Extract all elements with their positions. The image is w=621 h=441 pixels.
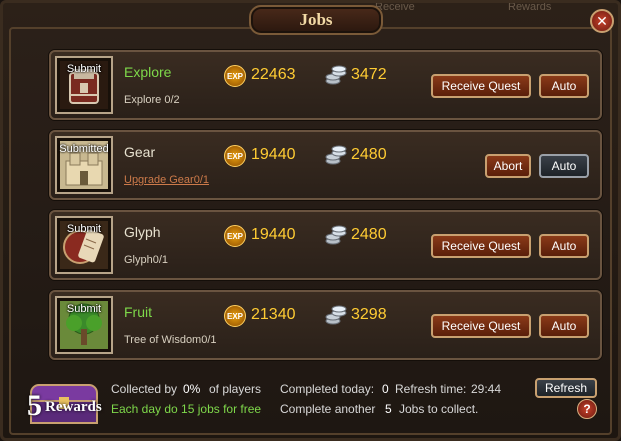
rewards-count: 5 (27, 389, 42, 422)
refresh-prefix: Refresh time: (395, 382, 467, 396)
job-row-gear: Submitted Gear Upgrade Gear0/1 EXP 19440… (49, 130, 602, 200)
job-row-fruit: Submit Fruit Tree of Wisdom0/1 EXP 21340… (49, 290, 602, 360)
silver-reward: 3472 (351, 66, 387, 83)
silver-coins-icon (325, 225, 347, 245)
job-progress: Tree of Wisdom0/1 (124, 334, 217, 346)
another-prefix: Complete another (280, 402, 376, 416)
upgrade-gear-link[interactable]: Upgrade Gear0/1 (124, 174, 209, 186)
job-progress: Glyph0/1 (124, 254, 169, 266)
receive-quest-button[interactable]: Receive Quest (431, 314, 531, 338)
job-name: Explore (124, 64, 172, 80)
close-button[interactable]: ✕ (590, 9, 614, 33)
auto-button[interactable]: Auto (539, 234, 589, 258)
status-tag: Submit (66, 63, 102, 75)
window-title: Jobs (299, 10, 333, 29)
daily-note: Each day do 15 jobs for free (111, 402, 262, 416)
exp-reward: 19440 (251, 146, 296, 163)
title-plate: Jobs (249, 5, 383, 35)
status-tag: Submitted (59, 143, 109, 155)
exp-reward: 21340 (251, 306, 296, 323)
completed-prefix: Completed today: (280, 382, 375, 396)
close-icon: ✕ (596, 13, 608, 29)
refresh-button[interactable]: Refresh (535, 378, 597, 398)
job-icon-frame[interactable]: Submitted (55, 136, 113, 194)
collected-prefix: Collected by (111, 382, 178, 396)
exp-reward: 19440 (251, 226, 296, 243)
silver-reward: 2480 (351, 226, 387, 243)
completed-count: 0 (382, 382, 389, 396)
silver-coins-icon (325, 145, 347, 165)
job-icon-frame[interactable]: Submit (55, 56, 113, 114)
job-progress: Explore 0/2 (124, 94, 180, 106)
job-row-glyph: Submit Glyph Glyph0/1 EXP 19440 2480 Rec… (49, 210, 602, 280)
job-name: Glyph (124, 224, 161, 240)
receive-quest-button[interactable]: Receive Quest (431, 74, 531, 98)
exp-icon: EXP (224, 225, 246, 247)
status-tag: Submit (66, 303, 102, 315)
exp-icon: EXP (224, 65, 246, 87)
job-icon-frame[interactable]: Submit (55, 296, 113, 354)
silver-coins-icon (325, 65, 347, 85)
exp-icon: EXP (224, 145, 246, 167)
help-icon[interactable]: ? (577, 399, 597, 419)
silver-reward: 2480 (351, 146, 387, 163)
auto-button[interactable]: Auto (539, 314, 589, 338)
another-count: 5 (385, 402, 392, 416)
abort-button[interactable]: Abort (485, 154, 531, 178)
status-tag: Submit (66, 223, 102, 235)
another-suffix: Jobs to collect. (399, 402, 479, 416)
silver-coins-icon (325, 305, 347, 325)
job-row-explore: Submit Explore Explore 0/2 EXP 22463 347… (49, 50, 602, 120)
background-text: Rewards (508, 1, 552, 13)
job-name: Fruit (124, 304, 152, 320)
collected-percent: 0% (183, 382, 201, 396)
auto-button[interactable]: Auto (539, 74, 589, 98)
jobs-window: Receive Rewards Jobs ✕ Submit Explore Ex… (0, 0, 621, 441)
collected-suffix: of players (209, 382, 262, 396)
rewards-chest[interactable]: 5 Rewards (17, 367, 111, 438)
rewards-label: Rewards (45, 399, 102, 415)
job-name: Gear (124, 144, 156, 160)
exp-reward: 22463 (251, 66, 296, 83)
job-icon-frame[interactable]: Submit (55, 216, 113, 274)
receive-quest-button[interactable]: Receive Quest (431, 234, 531, 258)
silver-reward: 3298 (351, 306, 387, 323)
auto-button[interactable]: Auto (539, 154, 589, 178)
refresh-time: 29:44 (471, 382, 502, 396)
exp-icon: EXP (224, 305, 246, 327)
